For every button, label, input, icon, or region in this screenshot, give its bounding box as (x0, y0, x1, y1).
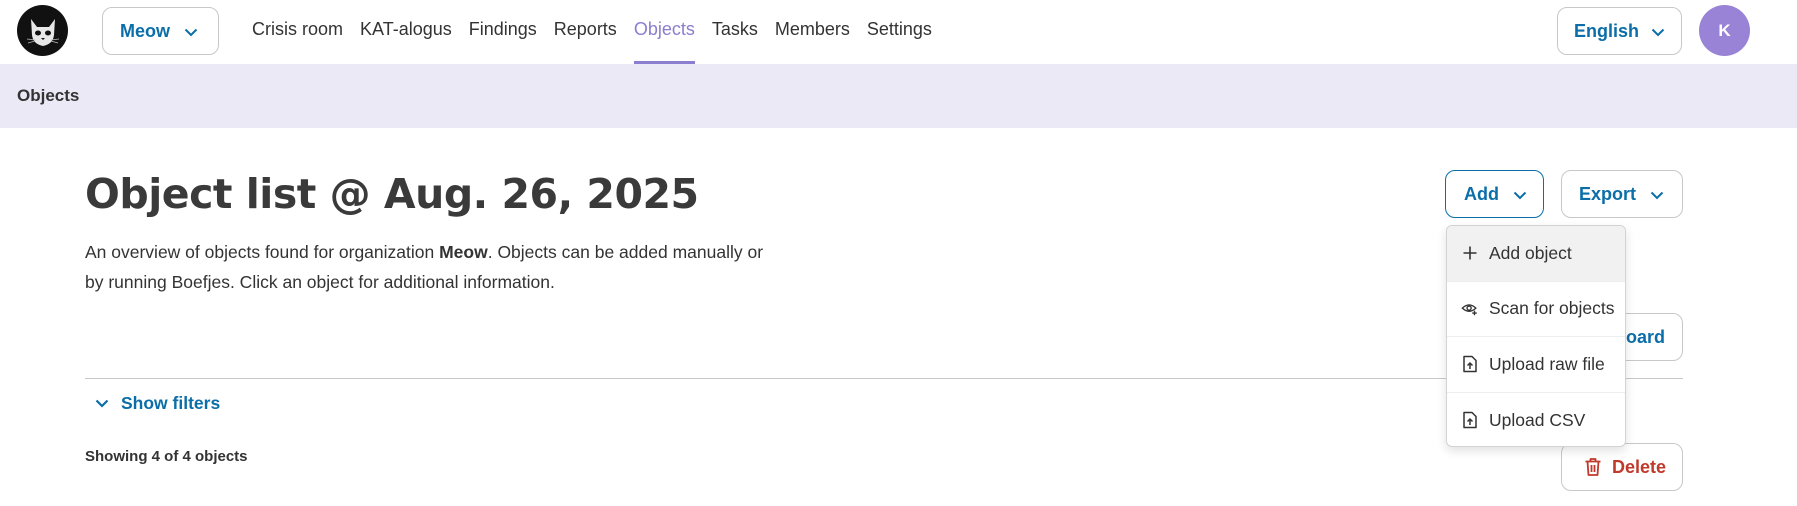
breadcrumb: Objects (0, 64, 1797, 128)
cat-logo[interactable] (17, 5, 68, 56)
export-button[interactable]: Export (1561, 170, 1683, 218)
menu-item-upload-csv[interactable]: Upload CSV (1447, 393, 1625, 447)
menu-item-label: Upload raw file (1489, 353, 1605, 374)
chevron-down-icon (1650, 184, 1664, 205)
nav-item-tasks[interactable]: Tasks (712, 0, 758, 64)
nav-item-members[interactable]: Members (775, 0, 850, 64)
add-dropdown-menu: Add object Scan for objects Upload raw f… (1446, 225, 1626, 447)
cat-face-icon (26, 18, 59, 46)
nav-item-findings[interactable]: Findings (469, 0, 537, 64)
object-count: Showing 4 of 4 objects (85, 448, 248, 465)
delete-button-label: Delete (1612, 456, 1667, 477)
language-select[interactable]: English (1557, 7, 1682, 55)
page-intro: An overview of objects found for organiz… (85, 237, 785, 297)
nav-item-objects[interactable]: Objects (633, 0, 695, 64)
plus-icon (1461, 244, 1479, 262)
chevron-down-icon (95, 399, 109, 408)
trash-icon (1584, 457, 1602, 477)
delete-button[interactable]: Delete (1561, 443, 1683, 491)
show-filters-toggle[interactable]: Show filters (95, 393, 220, 414)
top-navigation-bar: Meow Crisis room KAT-alogus Findings Rep… (0, 0, 1797, 64)
breadcrumb-objects[interactable]: Objects (17, 86, 79, 106)
menu-item-upload-raw-file[interactable]: Upload raw file (1447, 337, 1625, 393)
language-label: English (1574, 20, 1640, 41)
file-upload-icon (1461, 355, 1479, 373)
intro-organization: Meow (439, 242, 488, 262)
chevron-down-icon (1651, 21, 1665, 42)
nav-item-kat-alogus[interactable]: KAT-alogus (360, 0, 452, 64)
nav-item-reports[interactable]: Reports (554, 0, 617, 64)
page-title: Object list @ Aug. 26, 2025 (85, 170, 699, 218)
menu-item-label: Add object (1489, 242, 1572, 263)
add-button[interactable]: Add (1445, 170, 1544, 218)
nav-item-crisis-room[interactable]: Crisis room (252, 0, 343, 64)
avatar-initial: K (1718, 20, 1731, 40)
main-nav: Crisis room KAT-alogus Findings Reports … (252, 0, 949, 64)
menu-item-add-object[interactable]: Add object (1447, 226, 1625, 282)
file-upload-icon (1461, 411, 1479, 429)
chevron-down-icon (1513, 184, 1527, 205)
menu-item-label: Scan for objects (1489, 298, 1615, 319)
nav-item-settings[interactable]: Settings (867, 0, 932, 64)
menu-item-scan-for-objects[interactable]: Scan for objects (1447, 282, 1625, 337)
eye-scan-icon (1461, 300, 1479, 318)
user-avatar[interactable]: K (1699, 5, 1750, 56)
menu-item-label: Upload CSV (1489, 409, 1586, 430)
dashboard-button-label: oard (1625, 326, 1665, 347)
organization-name: Meow (120, 20, 171, 41)
organization-select[interactable]: Meow (102, 7, 219, 55)
divider (85, 378, 1683, 379)
chevron-down-icon (184, 21, 198, 42)
show-filters-label: Show filters (121, 393, 221, 413)
add-button-label: Add (1464, 183, 1499, 204)
intro-text-start: An overview of objects found for organiz… (85, 242, 440, 262)
export-button-label: Export (1579, 183, 1637, 204)
